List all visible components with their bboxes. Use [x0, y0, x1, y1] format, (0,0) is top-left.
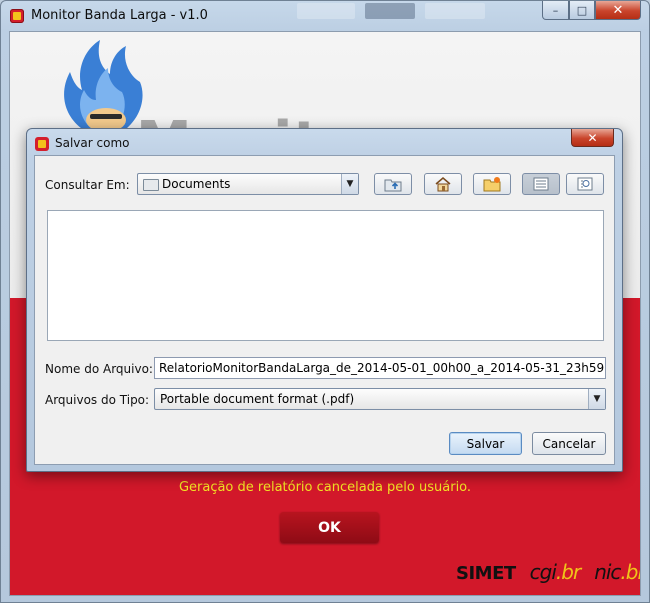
- file-name-label: Nome do Arquivo:: [45, 362, 153, 376]
- nic-br-logo: nic.br: [594, 560, 640, 584]
- dialog-title: Salvar como: [55, 136, 130, 150]
- app-icon: [10, 9, 24, 23]
- background-tab: [425, 3, 485, 19]
- background-tab: [297, 3, 355, 19]
- details-view-icon: [577, 177, 593, 191]
- file-name-field[interactable]: RelatorioMonitorBandaLarga_de_2014-05-01…: [154, 357, 606, 379]
- cancel-button[interactable]: Cancelar: [532, 432, 606, 455]
- close-button[interactable]: ✕: [595, 1, 641, 20]
- save-as-dialog: Salvar como ✕ Consultar Em: Documents ▼: [26, 128, 623, 472]
- minimize-button[interactable]: –: [542, 1, 569, 20]
- dialog-body: Consultar Em: Documents ▼ Nome do Arquiv…: [34, 155, 615, 465]
- list-view-button[interactable]: [522, 173, 560, 195]
- look-in-value: Documents: [162, 177, 231, 191]
- window-title: Monitor Banda Larga - v1.0: [31, 8, 208, 23]
- folder-up-icon: [384, 179, 402, 192]
- maximize-button[interactable]: □: [569, 1, 595, 20]
- file-type-value: Portable document format (.pdf): [160, 392, 355, 406]
- home-icon: [435, 177, 451, 192]
- details-view-button[interactable]: [566, 173, 604, 195]
- file-type-label: Arquivos do Tipo:: [45, 393, 150, 407]
- simet-logo: SIMET: [456, 563, 516, 584]
- chevron-down-icon[interactable]: ▼: [588, 389, 605, 409]
- list-view-icon: [533, 177, 549, 191]
- footer-logos: SIMET cgi.br nic.br: [456, 560, 640, 584]
- background-tab: [365, 3, 415, 19]
- save-button[interactable]: Salvar: [449, 432, 522, 455]
- chevron-down-icon[interactable]: ▼: [341, 174, 358, 194]
- look-in-dropdown[interactable]: Documents ▼: [137, 173, 359, 195]
- file-list[interactable]: [47, 210, 604, 341]
- dialog-close-button[interactable]: ✕: [571, 129, 614, 147]
- look-in-label: Consultar Em:: [45, 178, 130, 192]
- status-message: Geração de relatório cancelada pelo usuá…: [178, 480, 472, 495]
- ok-button[interactable]: OK: [280, 512, 379, 543]
- folder-icon: [143, 179, 159, 191]
- dialog-app-icon: [35, 137, 49, 151]
- cgi-br-logo: cgi.br: [529, 560, 582, 584]
- title-bar: Monitor Banda Larga - v1.0 – □ ✕: [1, 1, 649, 31]
- home-button[interactable]: [424, 173, 462, 195]
- up-one-level-button[interactable]: [374, 173, 412, 195]
- file-type-dropdown[interactable]: Portable document format (.pdf) ▼: [154, 388, 606, 410]
- new-folder-button[interactable]: [473, 173, 511, 195]
- new-folder-icon: [483, 177, 501, 192]
